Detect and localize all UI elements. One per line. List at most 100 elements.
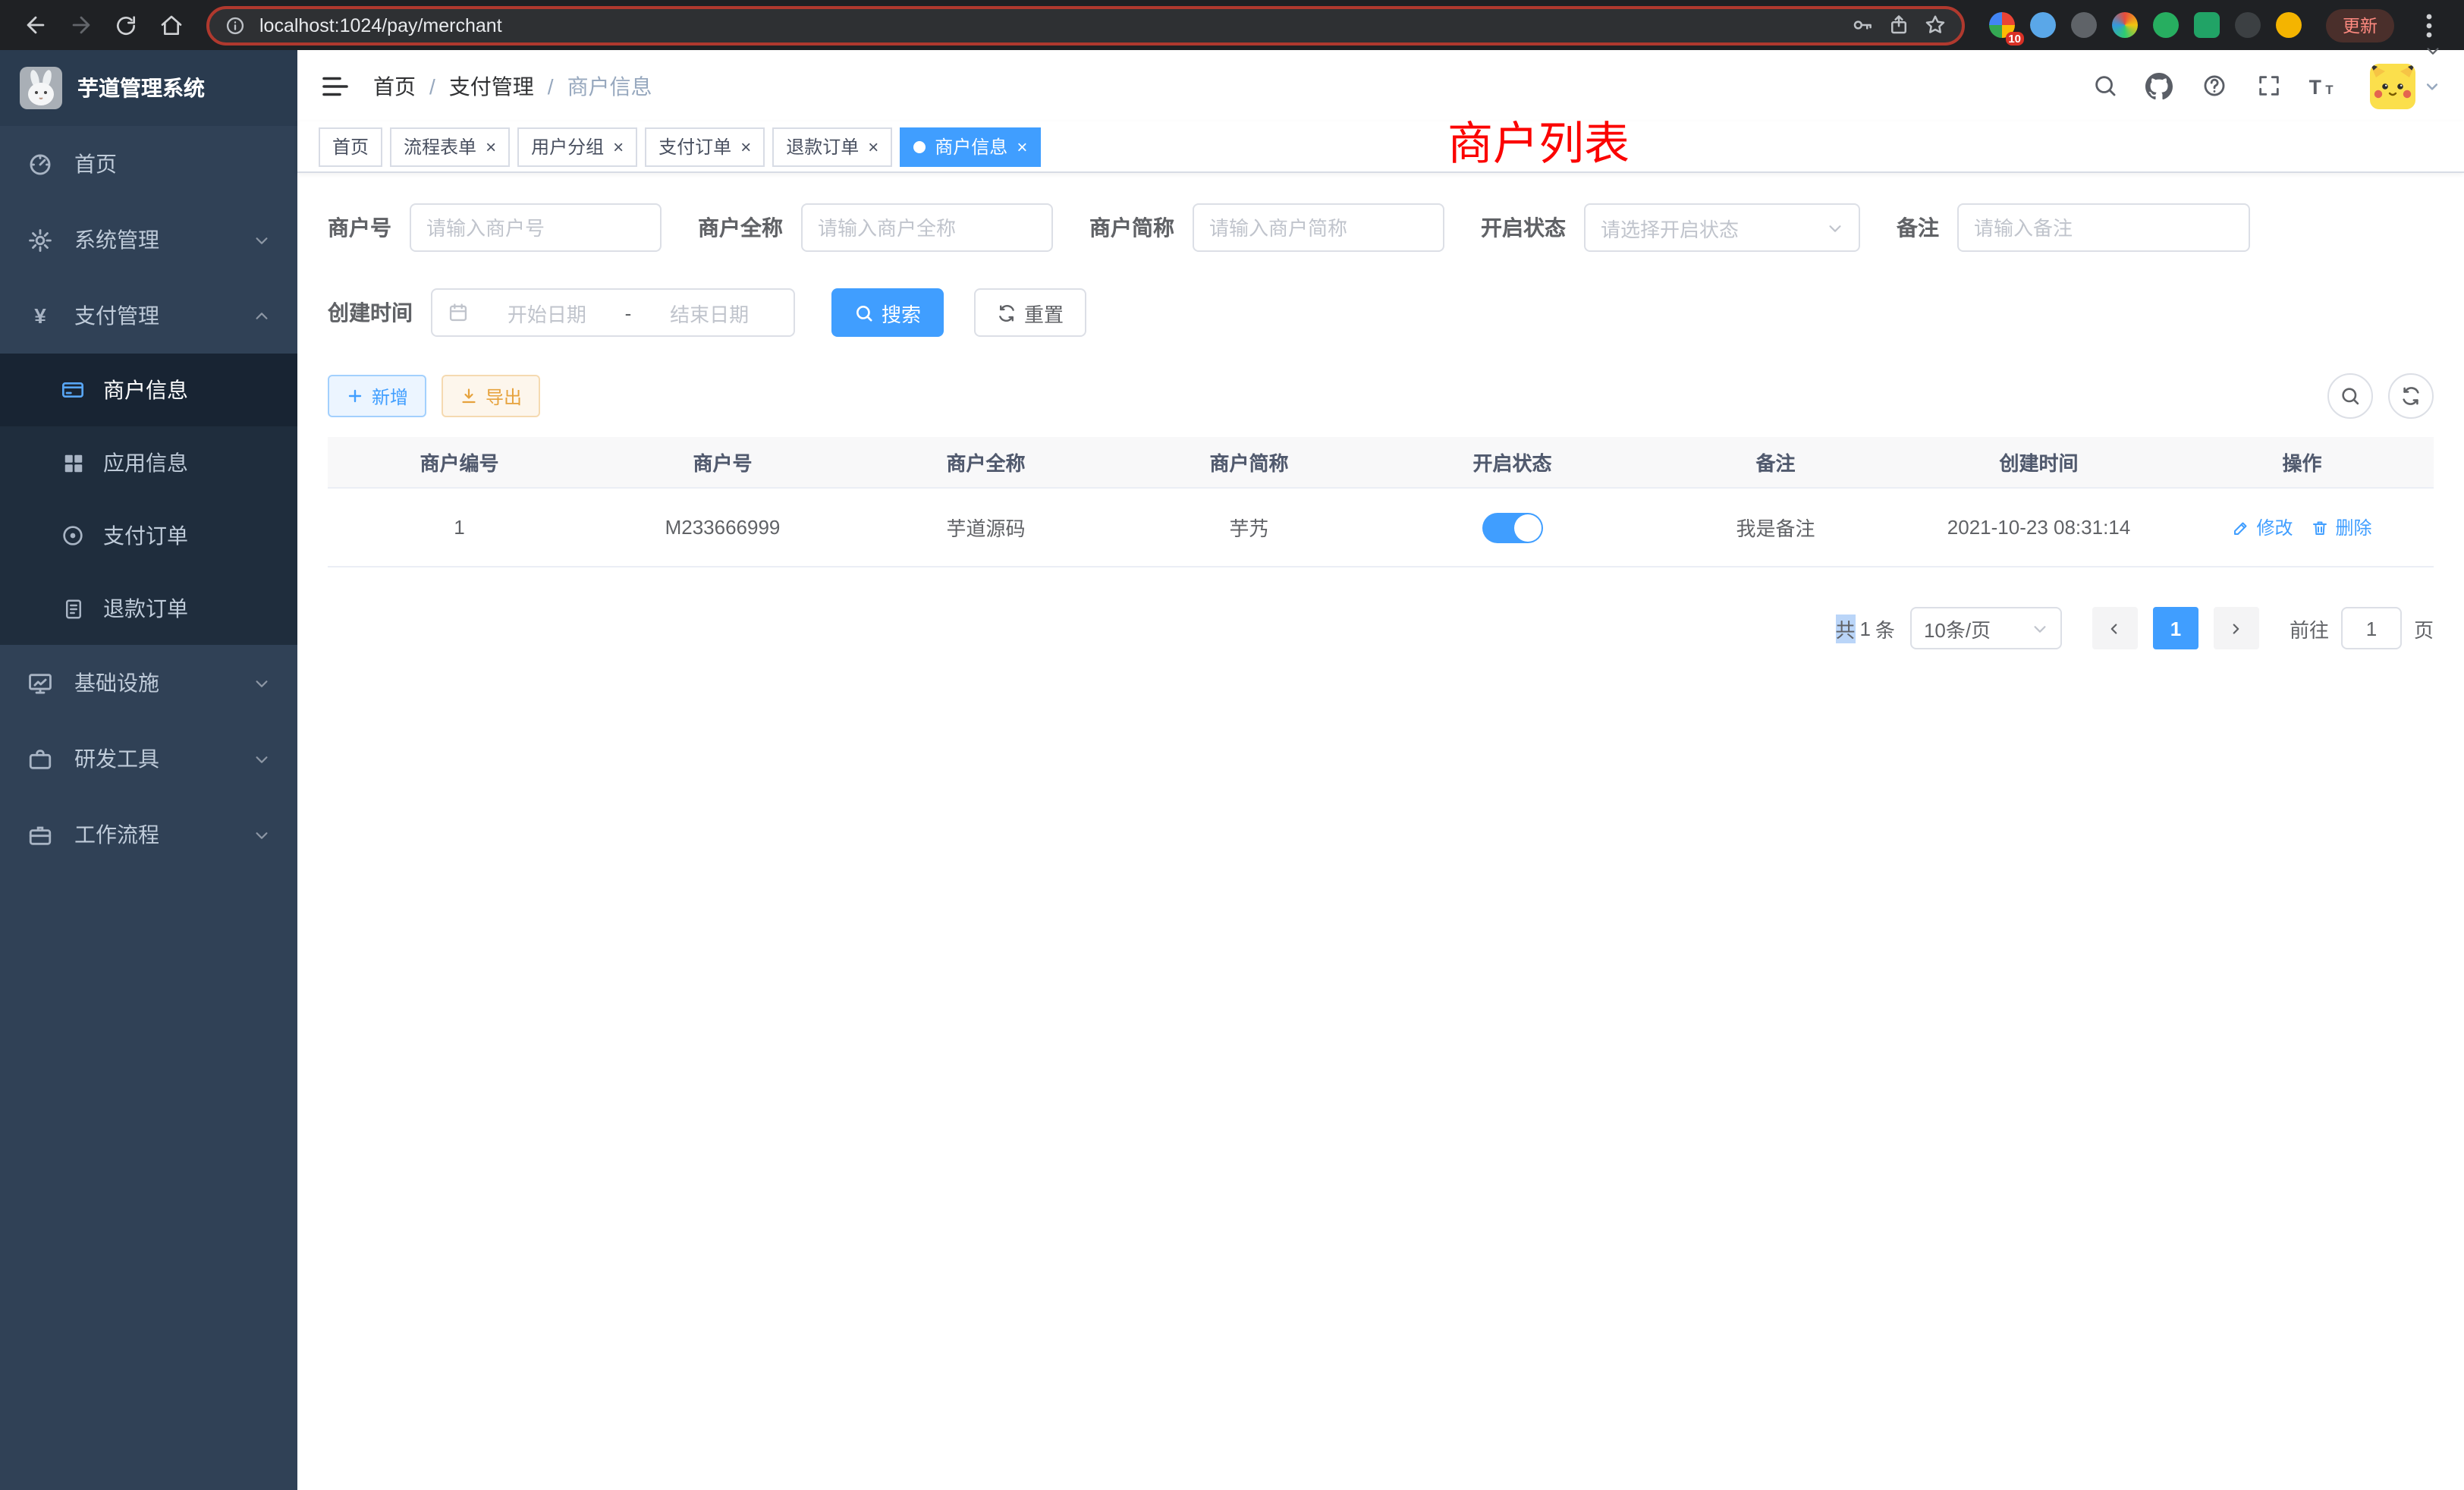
column-header: 商户编号 <box>328 448 591 476</box>
remark-input-wrap <box>1957 203 2250 252</box>
sidebar-item-workflow[interactable]: 工作流程 <box>0 797 297 872</box>
sidebar-item-home[interactable]: 首页 <box>0 126 297 202</box>
app-logo[interactable]: 芋道管理系统 <box>0 50 297 126</box>
close-icon[interactable]: × <box>868 137 878 156</box>
column-header: 商户号 <box>591 448 854 476</box>
logo-avatar <box>20 67 62 109</box>
sidebar-subitem-refund-order[interactable]: 退款订单 <box>0 572 297 645</box>
sidebar-item-label: 系统管理 <box>74 225 159 255</box>
merchant-no-input[interactable] <box>426 216 645 239</box>
chrome-overflow-caret-icon[interactable] <box>2425 42 2441 59</box>
url-bar[interactable]: localhost:1024/pay/merchant <box>206 5 1965 45</box>
caret-down-icon <box>2425 78 2440 93</box>
close-icon[interactable]: × <box>486 137 496 156</box>
extension-icon-green-square[interactable] <box>2194 12 2220 38</box>
status-toggle[interactable] <box>1482 512 1543 542</box>
bookmark-star-icon[interactable] <box>1924 14 1947 36</box>
share-icon[interactable] <box>1887 14 1910 36</box>
add-button[interactable]: 新增 <box>328 375 426 417</box>
sidebar-item-infrastructure[interactable]: 基础设施 <box>0 645 297 721</box>
sidebar-item-system[interactable]: 系统管理 <box>0 202 297 278</box>
key-icon[interactable] <box>1851 14 1874 36</box>
short-name-input-wrap <box>1193 203 1444 252</box>
export-button[interactable]: 导出 <box>442 375 540 417</box>
sidebar-subitem-merchant-info[interactable]: 商户信息 <box>0 354 297 426</box>
merchant-no-input-wrap <box>410 203 662 252</box>
search-button[interactable]: 搜索 <box>831 288 944 337</box>
extension-icon-dark[interactable] <box>2071 12 2097 38</box>
reload-icon[interactable] <box>106 5 146 45</box>
page-size-select[interactable]: 10条/页 <box>1910 607 2062 649</box>
forward-icon[interactable] <box>61 5 100 45</box>
github-icon[interactable] <box>2136 63 2182 108</box>
font-size-icon[interactable]: TT <box>2300 63 2346 108</box>
sidebar-item-payment[interactable]: ¥ 支付管理 <box>0 278 297 354</box>
close-icon[interactable]: × <box>613 137 624 156</box>
extension-icon-color-wheel[interactable] <box>2112 12 2138 38</box>
cell-remark: 我是备注 <box>1644 513 1907 542</box>
tag-process-form[interactable]: 流程表单 × <box>390 127 510 166</box>
tag-refund-order[interactable]: 退款订单 × <box>772 127 892 166</box>
user-menu[interactable] <box>2370 63 2440 108</box>
close-icon[interactable]: × <box>740 137 751 156</box>
pagination-total-count: 1 <box>1859 617 1870 640</box>
sidebar-item-label: 工作流程 <box>74 819 159 850</box>
help-icon[interactable] <box>2191 63 2236 108</box>
site-info-icon[interactable] <box>225 14 246 36</box>
extension-icon-orange[interactable] <box>2276 12 2302 38</box>
search-icon[interactable] <box>2082 63 2127 108</box>
column-header: 备注 <box>1644 448 1907 476</box>
extension-icon-gray[interactable] <box>2235 12 2261 38</box>
prev-page-button[interactable] <box>2092 607 2138 649</box>
reset-button[interactable]: 重置 <box>974 288 1086 337</box>
refresh-button[interactable] <box>2388 373 2434 419</box>
edit-link[interactable]: 修改 <box>2232 514 2293 540</box>
fullscreen-icon[interactable] <box>2246 63 2291 108</box>
tag-label: 退款订单 <box>786 134 859 159</box>
active-dot <box>913 140 926 152</box>
breadcrumb-item[interactable]: 首页 <box>373 71 416 101</box>
remark-label: 备注 <box>1897 212 1939 243</box>
remark-input[interactable] <box>1974 216 2233 239</box>
merchant-table: 商户编号 商户号 商户全称 商户简称 开启状态 备注 创建时间 操作 1 M23… <box>328 437 2434 567</box>
column-header: 开启状态 <box>1381 448 1644 476</box>
next-page-button[interactable] <box>2214 607 2259 649</box>
short-name-input[interactable] <box>1209 216 1428 239</box>
breadcrumb-item[interactable]: 支付管理 <box>449 71 534 101</box>
merchant-no-label: 商户号 <box>328 212 391 243</box>
navbar: 首页 / 支付管理 / 商户信息 <box>297 50 2464 121</box>
sidebar-item-label: 支付管理 <box>74 300 159 331</box>
sidebar-item-dev-tools[interactable]: 研发工具 <box>0 721 297 797</box>
tag-label: 首页 <box>332 134 369 159</box>
tag-user-group[interactable]: 用户分组 × <box>517 127 637 166</box>
create-time-range-picker[interactable]: 开始日期 - 结束日期 <box>431 288 795 337</box>
sidebar-subitem-app-info[interactable]: 应用信息 <box>0 426 297 499</box>
create-time-label: 创建时间 <box>328 297 413 328</box>
sidebar-subitem-payment-order[interactable]: 支付订单 <box>0 499 297 572</box>
home-icon[interactable] <box>152 5 191 45</box>
browser-menu-icon[interactable] <box>2409 5 2449 45</box>
pagination: 共 1 条 10条/页 1 <box>328 607 2434 649</box>
cell-short-name: 芋艿 <box>1117 513 1381 542</box>
extensions-icon[interactable]: 10 <box>1989 12 2015 38</box>
filter-row-1: 商户号 商户全称 商户简称 <box>328 203 2434 252</box>
toggle-search-button[interactable] <box>2327 373 2373 419</box>
sidebar-toggle-icon[interactable] <box>322 74 349 98</box>
close-icon[interactable]: × <box>1017 137 1027 156</box>
delete-link[interactable]: 删除 <box>2312 514 2372 540</box>
extension-icon-green-circle[interactable] <box>2153 12 2179 38</box>
url-text: localhost:1024/pay/merchant <box>259 14 1837 36</box>
export-button-label: 导出 <box>486 383 522 409</box>
tag-home[interactable]: 首页 <box>319 127 382 166</box>
full-name-input[interactable] <box>818 216 1036 239</box>
goto-page-input[interactable] <box>2341 607 2402 649</box>
full-name-label: 商户全称 <box>698 212 783 243</box>
tag-merchant-info-active[interactable]: 商户信息 × <box>900 127 1041 166</box>
page-number-button[interactable]: 1 <box>2153 607 2198 649</box>
tag-payment-order[interactable]: 支付订单 × <box>645 127 765 166</box>
back-icon[interactable] <box>15 5 55 45</box>
breadcrumb-separator: / <box>548 74 554 98</box>
status-select[interactable]: 请选择开启状态 <box>1584 203 1860 252</box>
browser-update-button[interactable]: 更新 <box>2326 8 2394 42</box>
extension-icon-drop[interactable] <box>2030 12 2056 38</box>
